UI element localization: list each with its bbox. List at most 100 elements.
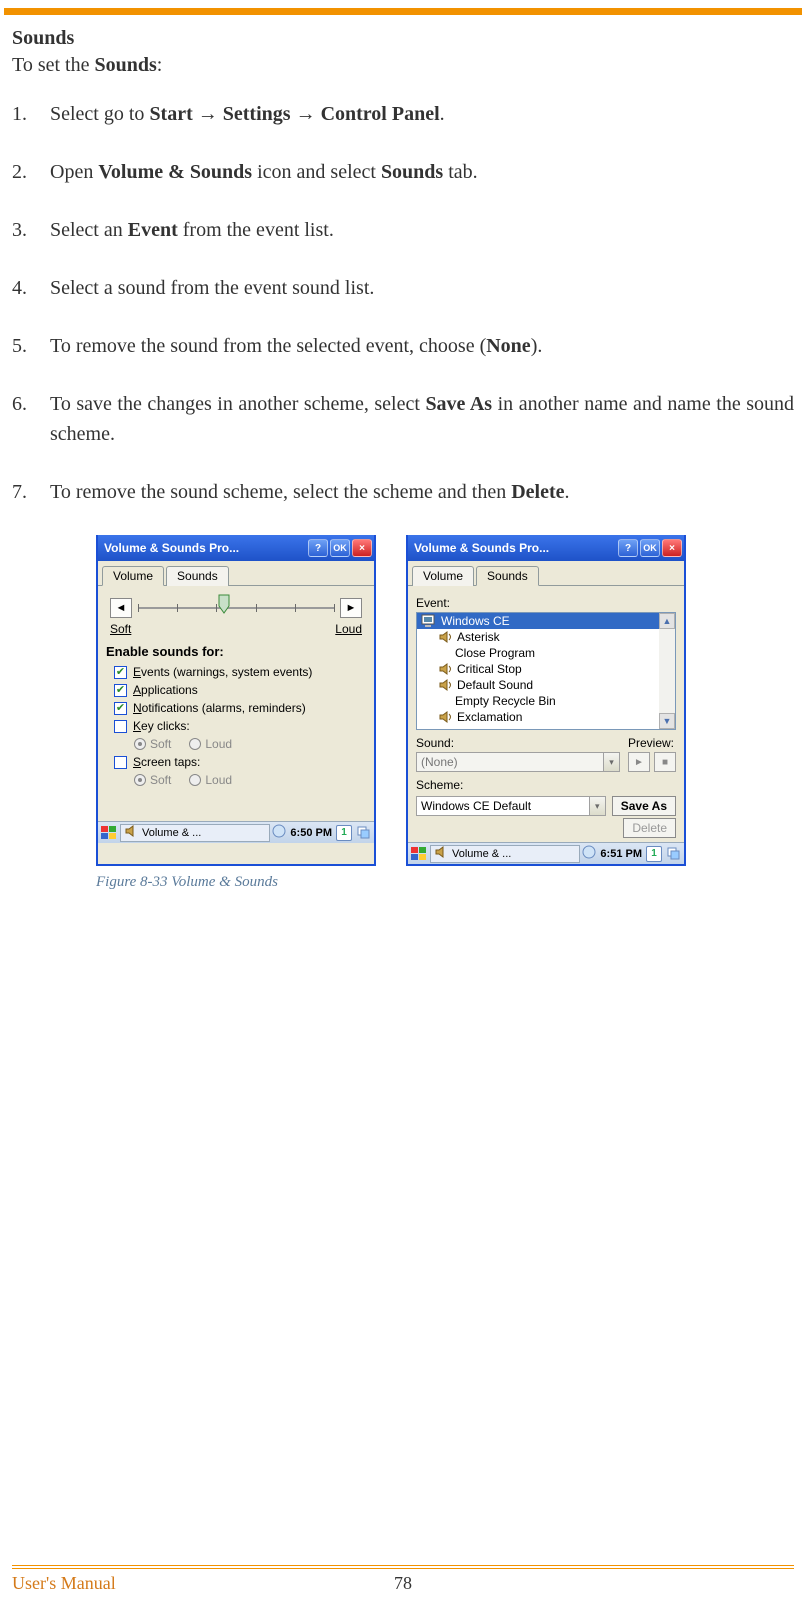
tab-sounds[interactable]: Sounds	[476, 566, 539, 586]
step-text: .	[565, 481, 570, 503]
intro-suffix: :	[157, 54, 163, 76]
scroll-down-button[interactable]: ▼	[659, 713, 675, 729]
chk-keyclicks[interactable]: Key clicks:	[106, 717, 366, 735]
radio-icon	[189, 738, 201, 750]
list-item-label: Critical Stop	[457, 662, 522, 676]
radio-label: Loud	[205, 737, 232, 751]
chk-applications[interactable]: Applications	[106, 681, 366, 699]
chk-notifications[interactable]: Notifications (alarms, reminders)	[106, 699, 366, 717]
taskbar[interactable]: Volume & ... 6:51 PM 1	[408, 842, 684, 864]
list-item[interactable]: Exclamation	[417, 709, 675, 725]
tab-volume[interactable]: Volume	[412, 566, 474, 586]
list-item[interactable]: Empty Recycle Bin	[417, 693, 675, 709]
taskbar-task[interactable]: Volume & ...	[430, 845, 580, 863]
desktop-badge[interactable]: 1	[336, 825, 352, 841]
network-icon[interactable]	[582, 845, 596, 862]
radio-label: Loud	[205, 773, 232, 787]
chk-events[interactable]: Events (warnings, system events)	[106, 663, 366, 681]
checkbox-icon[interactable]	[114, 702, 127, 715]
radio-loud[interactable]: Loud	[189, 773, 232, 787]
checkbox-icon[interactable]	[114, 720, 127, 733]
list-item[interactable]: Critical Stop	[417, 661, 675, 677]
start-icon[interactable]	[410, 846, 428, 862]
step-bold: Save As	[425, 393, 492, 415]
preview-play-button[interactable]: ►	[628, 752, 650, 772]
tab-volume[interactable]: Volume	[102, 566, 164, 586]
volume-slider[interactable]	[138, 596, 334, 620]
start-icon[interactable]	[100, 825, 118, 841]
task-label: Volume & ...	[452, 848, 511, 860]
step-bold: Volume & Sounds	[98, 161, 252, 183]
ok-button[interactable]: OK	[640, 539, 660, 557]
radio-loud[interactable]: Loud	[189, 737, 232, 751]
list-item-label: Asterisk	[457, 630, 500, 644]
speaker-icon	[439, 679, 453, 691]
step-7: To remove the sound scheme, select the s…	[12, 477, 794, 507]
steps-list: Select go to Start → Settings → Control …	[12, 99, 794, 507]
volume-slider-row: ◄ ►	[106, 594, 366, 622]
desktop-badge[interactable]: 1	[646, 846, 662, 862]
computer-icon	[421, 614, 437, 628]
titlebar[interactable]: Volume & Sounds Pro... ? OK ×	[408, 535, 684, 561]
checkbox-icon[interactable]	[114, 666, 127, 679]
list-item-label: Default Sound	[457, 678, 533, 692]
step-bold: Start	[149, 103, 192, 125]
step-text: To remove the sound from the selected ev…	[50, 335, 486, 357]
radio-soft[interactable]: Soft	[134, 773, 171, 787]
step-bold: Delete	[511, 481, 564, 503]
scheme-combo[interactable]: Windows CE Default ▾	[416, 796, 606, 816]
speaker-icon	[435, 846, 449, 861]
chk-screentaps[interactable]: Screen taps:	[106, 753, 366, 771]
volume-up-button[interactable]: ►	[340, 598, 362, 618]
save-as-button[interactable]: Save As	[612, 796, 676, 816]
volume-down-button[interactable]: ◄	[110, 598, 132, 618]
intro-prefix: To set the	[12, 54, 94, 76]
list-item[interactable]: Windows CE	[417, 613, 675, 629]
help-button[interactable]: ?	[618, 539, 638, 557]
step-text: Select go to	[50, 103, 149, 125]
windows-icon[interactable]	[666, 846, 682, 862]
step-text: from the event list.	[178, 219, 334, 241]
clock[interactable]: 6:51 PM	[600, 848, 642, 860]
titlebar[interactable]: Volume & Sounds Pro... ? OK ×	[98, 535, 374, 561]
checkbox-icon[interactable]	[114, 684, 127, 697]
tray: 6:50 PM 1	[272, 824, 372, 841]
step-3: Select an Event from the event list.	[12, 215, 794, 245]
scroll-up-button[interactable]: ▲	[659, 613, 675, 629]
help-button[interactable]: ?	[308, 539, 328, 557]
ok-button[interactable]: OK	[330, 539, 350, 557]
radio-label: Soft	[150, 737, 171, 751]
step-5: To remove the sound from the selected ev…	[12, 331, 794, 361]
window-title: Volume & Sounds Pro...	[414, 541, 616, 555]
list-item[interactable]: Asterisk	[417, 629, 675, 645]
list-item[interactable]: Close Program	[417, 645, 675, 661]
taskbar-task[interactable]: Volume & ...	[120, 824, 270, 842]
delete-button[interactable]: Delete	[623, 818, 676, 838]
step-bold: Control Panel	[321, 103, 440, 125]
event-listbox[interactable]: ▲ ▼ Windows CE Asterisk Close Program	[416, 612, 676, 730]
taskbar[interactable]: Volume & ... 6:50 PM 1	[98, 821, 374, 843]
network-icon[interactable]	[272, 824, 286, 841]
step-text: To save the changes in another scheme, s…	[50, 393, 425, 415]
chk-label: Screen taps:	[133, 755, 200, 769]
clock[interactable]: 6:50 PM	[290, 827, 332, 839]
sound-label: Sound:	[416, 734, 620, 752]
footer-left: User's Manual	[12, 1573, 116, 1594]
chevron-down-icon[interactable]: ▾	[590, 796, 606, 816]
list-item[interactable]: Default Sound	[417, 677, 675, 693]
close-button[interactable]: ×	[662, 539, 682, 557]
scrollbar[interactable]	[659, 629, 675, 713]
step-text: .	[440, 103, 445, 125]
chevron-down-icon[interactable]: ▾	[604, 752, 620, 772]
radio-soft[interactable]: Soft	[134, 737, 171, 751]
tab-sounds[interactable]: Sounds	[166, 566, 229, 586]
windows-icon[interactable]	[356, 825, 372, 841]
preview-stop-button[interactable]: ■	[654, 752, 676, 772]
event-label: Event:	[416, 594, 676, 612]
window-title: Volume & Sounds Pro...	[104, 541, 306, 555]
checkbox-icon[interactable]	[114, 756, 127, 769]
sound-combo[interactable]: (None) ▾	[416, 752, 620, 772]
speaker-icon	[125, 825, 139, 840]
close-button[interactable]: ×	[352, 539, 372, 557]
step-bold: Sounds	[381, 161, 443, 183]
